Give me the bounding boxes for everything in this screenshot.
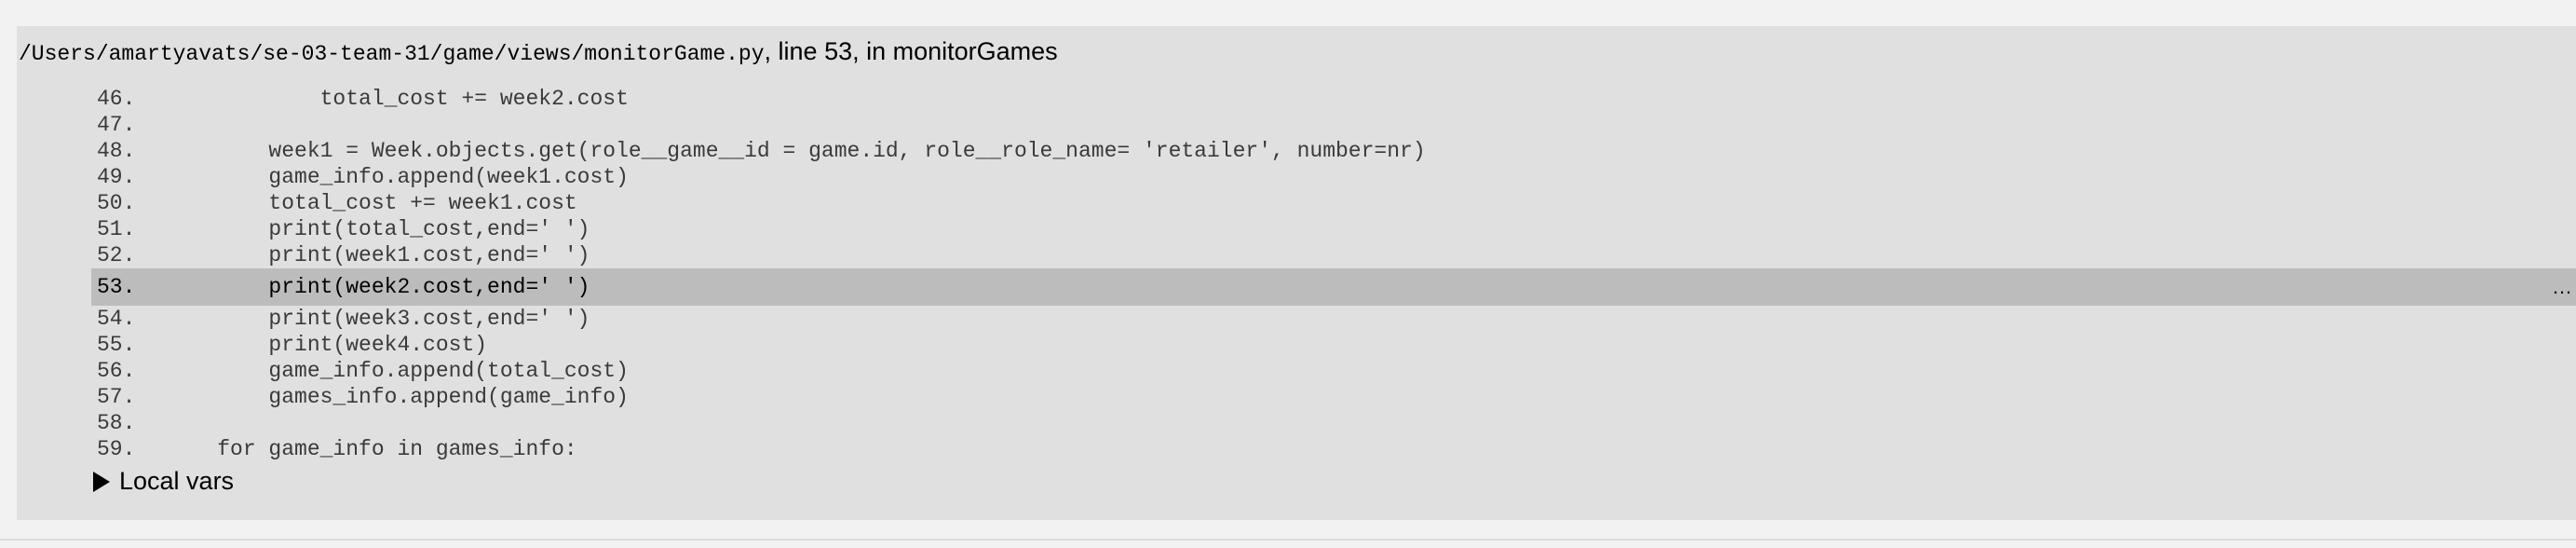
line-number: 51.: [97, 217, 136, 241]
line-number: 52.: [97, 243, 136, 267]
pre-context-line: 49. game_info.append(week1.cost): [17, 164, 2576, 190]
line-code: game_info.append(week1.cost): [166, 165, 629, 189]
code-context[interactable]: 46. total_cost += week2.cost 47. 48. wee…: [17, 86, 2576, 462]
post-context-line: 56. game_info.append(total_cost): [17, 358, 2576, 384]
line-number: 59.: [97, 437, 136, 461]
pre-context-line: 51. print(total_cost,end=' '): [17, 216, 2576, 242]
line-code: games_info.append(game_info): [166, 385, 629, 409]
line-number: 46.: [97, 87, 136, 111]
frame-location: , line 53, in monitorGames: [764, 37, 1058, 65]
line-number: 56.: [97, 359, 136, 383]
divider: [0, 539, 2576, 541]
line-code: for game_info in games_info:: [166, 437, 577, 461]
line-code: print(week1.cost,end=' '): [166, 243, 590, 267]
pre-context-line: 48. week1 = Week.objects.get(role__game_…: [17, 138, 2576, 164]
line-code: game_info.append(total_cost): [166, 359, 629, 383]
pre-context-line: 50. total_cost += week1.cost: [17, 190, 2576, 216]
post-context-line: 57. games_info.append(game_info): [17, 384, 2576, 410]
frame-header: /Users/amartyavats/se-03-team-31/game/vi…: [19, 26, 1058, 76]
line-code: total_cost += week1.cost: [166, 191, 577, 215]
line-code: print(week4.cost): [166, 333, 488, 357]
post-context-line: 59. for game_info in games_info:: [17, 436, 2576, 462]
local-vars-toggle[interactable]: Local vars: [93, 464, 234, 498]
line-code: print(total_cost,end=' '): [166, 217, 590, 241]
line-code: print(week3.cost,end=' '): [166, 307, 590, 331]
line-number: 53.: [97, 275, 136, 299]
context-line-current: 53. print(week2.cost,end=' ') …: [91, 268, 2576, 306]
line-number: 55.: [97, 333, 136, 357]
line-number: 58.: [97, 411, 136, 435]
line-code: week1 = Week.objects.get(role__game__id …: [166, 139, 1426, 163]
local-vars-label: Local vars: [119, 467, 235, 495]
post-context-line: 54. print(week3.cost,end=' '): [17, 306, 2576, 332]
post-context-line: 58.: [17, 410, 2576, 436]
frame-filename: /Users/amartyavats/se-03-team-31/game/vi…: [19, 42, 765, 66]
line-number: 54.: [97, 307, 136, 331]
line-code: print(week2.cost,end=' '): [166, 275, 590, 299]
line-number: 47.: [97, 113, 136, 137]
line-code: total_cost += week2.cost: [166, 87, 629, 111]
line-number: 57.: [97, 385, 136, 409]
post-context-line: 55. print(week4.cost): [17, 332, 2576, 358]
line-number: 50.: [97, 191, 136, 215]
pre-context-line: 46. total_cost += week2.cost: [17, 86, 2576, 112]
pre-context-line: 52. print(week1.cost,end=' '): [17, 242, 2576, 268]
disclosure-triangle-icon: [93, 472, 110, 492]
pre-context-line: 47.: [17, 112, 2576, 138]
ellipsis-icon: …: [2552, 275, 2572, 298]
traceback-frame: /Users/amartyavats/se-03-team-31/game/vi…: [17, 26, 2576, 520]
line-number: 48.: [97, 139, 136, 163]
line-number: 49.: [97, 165, 136, 189]
